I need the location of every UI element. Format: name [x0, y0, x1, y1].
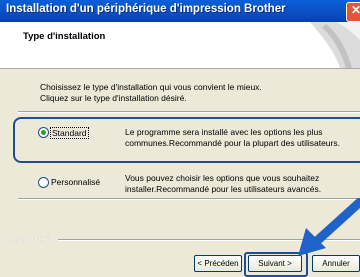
back-button[interactable]: < Précéden	[194, 255, 242, 272]
installshield-brand: InstallShield	[8, 235, 52, 244]
wizard-header: Type d'installation	[0, 22, 360, 69]
page-title: Type d'installation	[23, 31, 106, 42]
divider	[18, 111, 360, 113]
option-custom-label[interactable]: Personnalisé	[51, 177, 100, 187]
instructions-line-1: Choisissez le type d'installation qui vo…	[40, 82, 262, 92]
standard-option-highlight	[13, 117, 360, 163]
title-bar: Installation d'un périphérique d'impress…	[0, 0, 360, 22]
header-graphic-icon	[310, 22, 360, 68]
option-custom-desc-line-1: Vous pouvez choisir les options que vous…	[125, 173, 320, 183]
instructions-line-2: Cliquez sur le type d'installation désir…	[40, 92, 187, 103]
option-custom-desc-line-2: installer.Recommandé pour les utilisateu…	[125, 183, 322, 194]
radio-custom[interactable]	[38, 177, 49, 188]
close-button[interactable]: ✕	[346, 2, 360, 22]
pointer-arrow-icon	[298, 198, 360, 256]
window-title: Installation d'un périphérique d'impress…	[6, 3, 286, 15]
close-icon: ✕	[351, 3, 360, 17]
next-button[interactable]: Suivant >	[248, 255, 302, 272]
option-custom-description: Vous pouvez choisir les options que vous…	[125, 173, 321, 194]
instructions: Choisissez le type d'installation qui vo…	[40, 82, 262, 103]
